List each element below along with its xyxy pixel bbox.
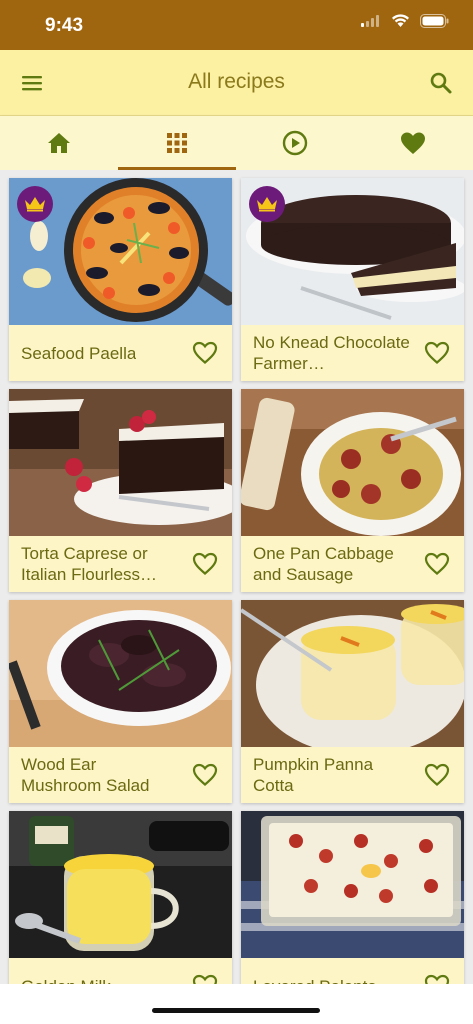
wifi-icon bbox=[392, 14, 409, 27]
recipe-card-seafood-paella[interactable]: Seafood Paella bbox=[9, 178, 232, 381]
page-title: All recipes bbox=[188, 70, 285, 93]
recipe-image bbox=[241, 389, 464, 536]
battery-icon bbox=[420, 14, 449, 28]
recipe-card-golden-milk[interactable]: Golden Milk bbox=[9, 811, 232, 984]
heart-outline-icon bbox=[424, 974, 450, 984]
recipe-title: Torta Caprese or Italian Flourless… bbox=[21, 544, 158, 584]
recipe-title: Wood Ear Mushroom Salad bbox=[21, 755, 150, 795]
recipe-image bbox=[9, 178, 232, 325]
recipe-card-torta-caprese[interactable]: Torta Caprese or Italian Flourless… bbox=[9, 389, 232, 592]
recipe-image bbox=[9, 389, 232, 536]
home-indicator-area bbox=[0, 984, 473, 1024]
favorite-button[interactable] bbox=[424, 763, 450, 787]
tab-videos[interactable] bbox=[236, 116, 354, 170]
status-time: 9:43 bbox=[45, 15, 84, 36]
recipe-card-wood-ear-mushroom-salad[interactable]: Wood Ear Mushroom Salad bbox=[9, 600, 232, 803]
recipe-title: No Knead Chocolate Farmer… bbox=[253, 333, 410, 373]
favorite-button[interactable] bbox=[192, 341, 218, 365]
home-icon bbox=[48, 133, 70, 153]
heart-icon bbox=[401, 132, 425, 154]
favorite-button[interactable] bbox=[424, 974, 450, 984]
recipe-image bbox=[9, 600, 232, 747]
premium-badge bbox=[249, 186, 285, 222]
recipe-card-chocolate-farmer[interactable]: No Knead Chocolate Farmer… bbox=[241, 178, 464, 381]
crown-icon bbox=[25, 197, 45, 212]
recipe-grid: Seafood Paella No Knead Chocolate Farmer… bbox=[0, 170, 473, 984]
favorite-button[interactable] bbox=[424, 552, 450, 576]
app-bar: All recipes bbox=[0, 50, 473, 116]
favorite-button[interactable] bbox=[424, 341, 450, 365]
recipe-title: Layered Polenta bbox=[253, 963, 413, 985]
favorite-button[interactable] bbox=[192, 763, 218, 787]
recipe-card-layered-polenta[interactable]: Layered Polenta bbox=[241, 811, 464, 984]
recipe-title: Golden Milk bbox=[21, 963, 181, 985]
heart-outline-icon bbox=[192, 552, 218, 575]
heart-outline-icon bbox=[192, 341, 218, 364]
recipe-card-cabbage-sausage[interactable]: One Pan Cabbage and Sausage bbox=[241, 389, 464, 592]
crown-icon bbox=[257, 197, 277, 212]
heart-outline-icon bbox=[424, 552, 450, 575]
recipe-image bbox=[241, 811, 464, 958]
premium-badge bbox=[17, 186, 53, 222]
recipe-title: Seafood Paella bbox=[21, 343, 137, 363]
heart-outline-icon bbox=[192, 763, 218, 786]
heart-outline-icon bbox=[424, 763, 450, 786]
heart-outline-icon bbox=[424, 341, 450, 364]
tab-favorites[interactable] bbox=[354, 116, 472, 170]
status-icons bbox=[361, 14, 449, 28]
recipe-image bbox=[9, 811, 232, 958]
tab-all-recipes[interactable] bbox=[118, 116, 236, 170]
recipe-image bbox=[241, 600, 464, 747]
favorite-button[interactable] bbox=[192, 974, 218, 984]
favorite-button[interactable] bbox=[192, 552, 218, 576]
cellular-signal-icon bbox=[361, 15, 379, 27]
recipe-image bbox=[241, 178, 464, 325]
home-indicator[interactable] bbox=[152, 1008, 320, 1013]
status-bar: 9:43 bbox=[0, 0, 473, 50]
recipe-card-pumpkin-panna-cotta[interactable]: Pumpkin Panna Cotta bbox=[241, 600, 464, 803]
search-icon bbox=[430, 72, 452, 94]
recipe-title: Pumpkin Panna Cotta bbox=[253, 755, 374, 795]
search-button[interactable] bbox=[427, 69, 455, 97]
grid-icon bbox=[167, 133, 187, 153]
heart-outline-icon bbox=[192, 974, 218, 984]
tab-home[interactable] bbox=[0, 116, 118, 170]
play-icon bbox=[282, 130, 308, 156]
recipe-title: One Pan Cabbage and Sausage bbox=[253, 544, 394, 584]
tab-bar bbox=[0, 116, 473, 170]
